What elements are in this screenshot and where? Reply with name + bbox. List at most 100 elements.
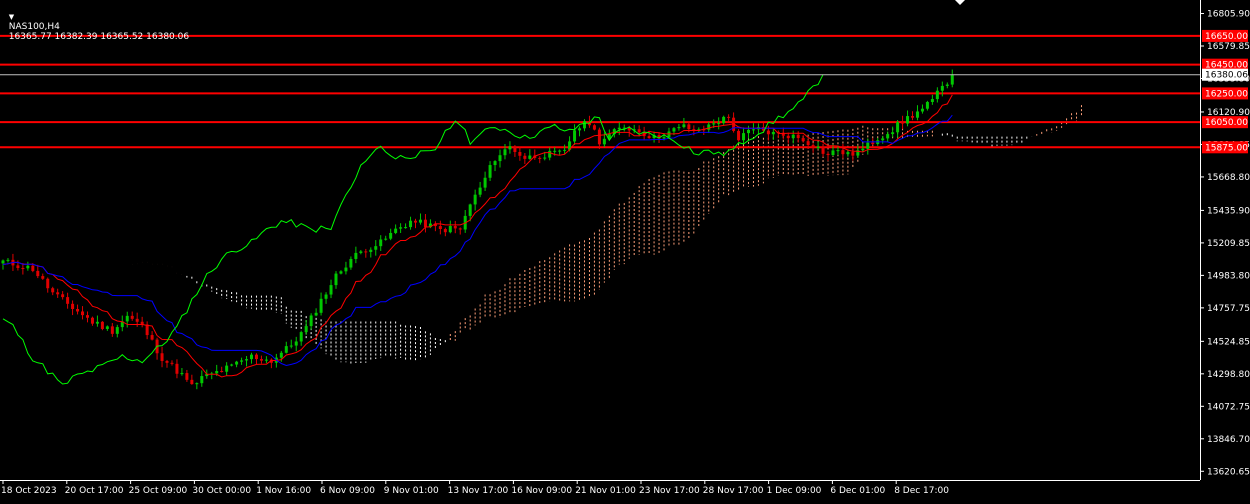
candle-body — [369, 249, 373, 252]
candle-body — [578, 128, 582, 131]
candle-body — [135, 318, 139, 322]
candle-body — [543, 157, 547, 159]
candle-body — [806, 141, 810, 146]
candle-body — [915, 111, 919, 118]
candle-body — [125, 315, 129, 322]
candle-body — [359, 251, 363, 253]
candle-body — [100, 321, 104, 329]
level-price-label: 16650.00 — [1205, 32, 1248, 42]
candle-body — [130, 315, 134, 319]
candle-body — [51, 288, 55, 293]
candle-body — [896, 122, 900, 133]
candle-body — [279, 352, 283, 358]
candle-body — [766, 130, 770, 135]
x-tick-label: 23 Nov 17:00 — [639, 486, 700, 496]
candle-body — [851, 152, 855, 156]
candle-body — [76, 308, 80, 312]
chart-shift-marker-icon — [955, 0, 965, 5]
candle-body — [553, 150, 557, 152]
candle-body — [56, 292, 60, 295]
candle-body — [423, 219, 427, 228]
candle-body — [235, 361, 239, 365]
candle-body — [414, 220, 418, 223]
level-price-label: 16250.00 — [1205, 89, 1248, 99]
x-tick-label: 30 Oct 00:00 — [192, 486, 251, 496]
candle-body — [145, 324, 149, 336]
candle-body — [796, 134, 800, 139]
candle-body — [866, 142, 870, 149]
x-tick-label: 1 Nov 16:00 — [256, 486, 311, 496]
dropdown-triangle-icon[interactable]: ▼ — [9, 13, 14, 21]
candle-body — [329, 285, 333, 295]
candle-body — [339, 271, 343, 274]
y-tick-label: 14072.75 — [1207, 402, 1250, 412]
candle-body — [930, 99, 934, 103]
y-tick-label: 15435.90 — [1207, 206, 1250, 216]
candle-body — [354, 252, 358, 259]
candle-body — [523, 155, 527, 159]
candle-body — [324, 294, 328, 299]
candle-body — [687, 124, 691, 130]
candle-body — [185, 373, 189, 380]
candle-body — [215, 370, 219, 374]
y-tick-label: 16579.85 — [1207, 42, 1250, 52]
candle-body — [742, 133, 746, 141]
candle-body — [558, 150, 562, 152]
candle-body — [478, 187, 482, 195]
y-tick-label: 14757.75 — [1207, 304, 1250, 314]
candle-body — [115, 327, 119, 334]
candle-body — [160, 353, 164, 361]
candle-body — [911, 116, 915, 118]
candle-body — [314, 312, 318, 316]
candle-body — [254, 354, 258, 360]
candle-body — [597, 129, 601, 145]
price-chart[interactable]: 16805.9016579.8516353.8016120.9015894.85… — [0, 0, 1250, 500]
level-price-label: 16050.00 — [1205, 118, 1248, 128]
x-tick-label: 16 Nov 09:00 — [511, 486, 572, 496]
candle-body — [508, 146, 512, 150]
candle-body — [816, 146, 820, 149]
candle-body — [364, 251, 368, 253]
candle-body — [940, 85, 944, 91]
y-tick-label: 14298.80 — [1207, 370, 1250, 380]
candle-body — [672, 128, 676, 132]
candle-body — [836, 150, 840, 152]
candle-body — [771, 131, 775, 135]
y-tick-label: 15668.80 — [1207, 173, 1250, 183]
candle-body — [334, 273, 338, 286]
candle-body — [483, 177, 487, 188]
candle-body — [319, 298, 323, 313]
candle-body — [95, 321, 99, 324]
candle-body — [175, 363, 179, 374]
candle-body — [682, 124, 686, 128]
candle-body — [498, 155, 502, 162]
candle-body — [950, 74, 954, 85]
level-price-label: 15875.00 — [1205, 143, 1248, 153]
chikou-span-line — [2, 74, 824, 385]
candle-body — [458, 228, 462, 230]
y-tick-label: 15209.85 — [1207, 239, 1250, 249]
candle-body — [1, 260, 5, 264]
candle-body — [448, 225, 452, 233]
candle-body — [289, 345, 293, 347]
candle-body — [36, 270, 40, 277]
candle-body — [61, 294, 65, 298]
y-tick-label: 16805.90 — [1207, 10, 1250, 20]
candle-body — [438, 226, 442, 229]
candle-body — [200, 376, 204, 384]
x-tick-label: 28 Nov 17:00 — [703, 486, 764, 496]
candle-body — [925, 102, 929, 109]
candle-body — [548, 150, 552, 158]
candle-body — [384, 238, 388, 240]
candle-body — [881, 138, 885, 141]
candle-body — [409, 220, 413, 228]
chart-area[interactable]: 16805.9016579.8516353.8016120.9015894.85… — [0, 0, 1250, 500]
candle-body — [250, 354, 253, 360]
candle-body — [31, 265, 35, 271]
current-price-label: 16380.06 — [1205, 71, 1248, 81]
x-tick-label: 13 Nov 17:00 — [448, 486, 509, 496]
candle-body — [220, 370, 224, 372]
tenkan-sen-line — [2, 94, 953, 378]
candle-body — [861, 148, 865, 151]
candle-body — [85, 315, 89, 318]
